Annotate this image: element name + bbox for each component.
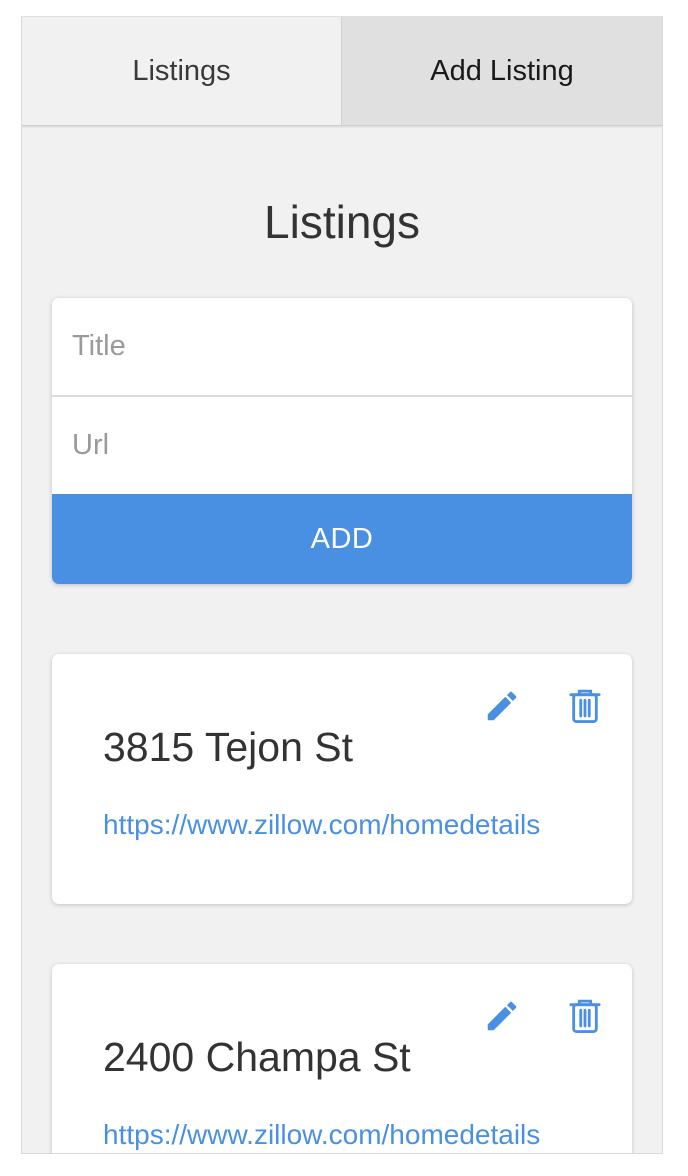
listing-card: 3815 Tejon St https://www.zillow.com/hom…	[52, 654, 632, 904]
trash-icon	[569, 999, 601, 1033]
listing-title: 3815 Tejon St	[103, 724, 354, 770]
app-frame: Listings Add Listing Listings ADD 381	[21, 16, 663, 1154]
tab-bar: Listings Add Listing	[22, 17, 662, 126]
add-button[interactable]: ADD	[52, 494, 632, 584]
listing-title: 2400 Champa St	[103, 1034, 411, 1080]
trash-icon	[569, 689, 601, 723]
pencil-icon	[487, 691, 517, 721]
listing-url-link[interactable]: https://www.zillow.com/homedetails	[103, 809, 583, 841]
delete-button[interactable]	[565, 996, 605, 1036]
listing-url-link[interactable]: https://www.zillow.com/homedetails	[103, 1119, 583, 1151]
title-input[interactable]	[52, 298, 632, 395]
delete-button[interactable]	[565, 686, 605, 726]
add-listing-form: ADD	[52, 298, 632, 584]
edit-button[interactable]	[482, 686, 522, 726]
url-input[interactable]	[52, 397, 632, 494]
pencil-icon	[487, 1001, 517, 1031]
edit-button[interactable]	[482, 996, 522, 1036]
tab-listings[interactable]: Listings	[22, 17, 342, 125]
page-title: Listings	[264, 196, 420, 248]
tab-add-listing[interactable]: Add Listing	[342, 17, 662, 125]
listing-card: 2400 Champa St https://www.zillow.com/ho…	[52, 964, 632, 1153]
